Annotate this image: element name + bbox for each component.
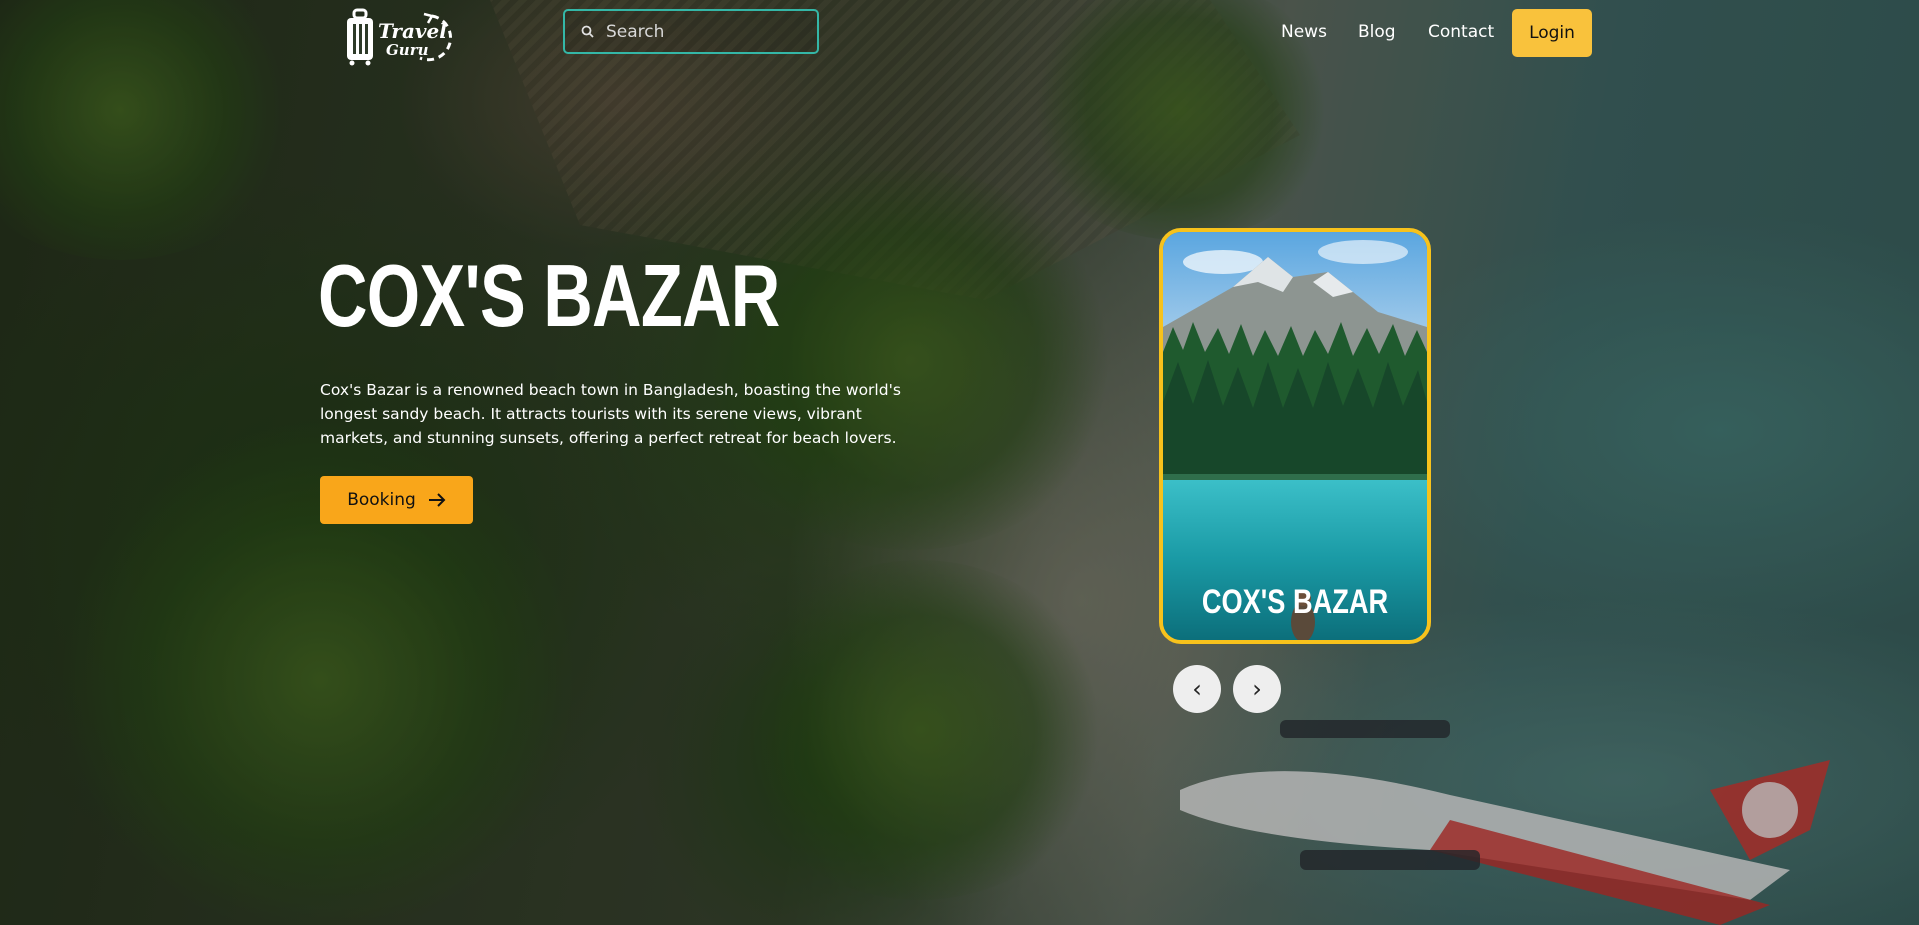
arrow-right-icon (428, 493, 446, 507)
hero-page: Travel Guru News Blog Contact Login COX'… (0, 0, 1919, 925)
card-title: COX'S BAZAR (1201, 583, 1389, 621)
logo-line-1: Travel (378, 19, 447, 43)
search-box[interactable] (563, 9, 819, 54)
nav-item-news[interactable]: News (1281, 22, 1327, 42)
booking-button-label: Booking (347, 490, 416, 510)
logo-text: Travel Guru (378, 19, 447, 60)
booking-button[interactable]: Booking (320, 476, 473, 524)
hero-description: Cox's Bazar is a renowned beach town in … (320, 381, 901, 447)
search-input[interactable] (604, 20, 808, 43)
hero-title: COX'S BAZAR (318, 246, 780, 345)
destination-card[interactable]: COX'S BAZAR (1159, 228, 1431, 644)
dark-overlay (0, 0, 1919, 925)
logo-line-2: Guru (386, 41, 429, 59)
prev-slide-button[interactable]: ‹ (1173, 665, 1221, 713)
brand-logo[interactable]: Travel Guru (344, 8, 469, 66)
search-icon (581, 25, 594, 38)
next-slide-button[interactable]: › (1233, 665, 1281, 713)
card-image (1163, 232, 1427, 640)
nav-item-contact[interactable]: Contact (1428, 22, 1494, 42)
nav-item-blog[interactable]: Blog (1358, 22, 1396, 42)
login-button[interactable]: Login (1512, 9, 1592, 57)
